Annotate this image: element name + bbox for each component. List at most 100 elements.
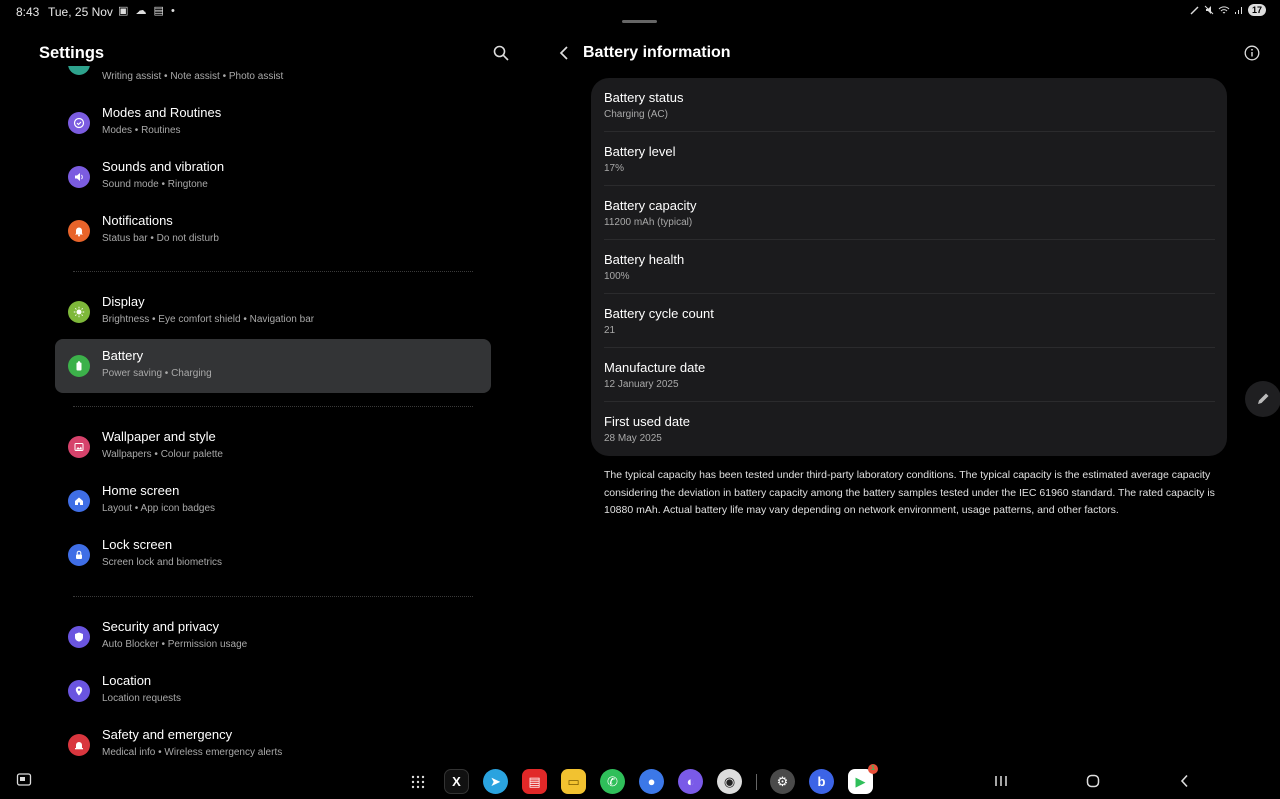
sidebar-item-label: Display xyxy=(102,294,145,309)
info-label: Manufacture date xyxy=(604,360,706,375)
sidebar-item-subtitle: Brightness • Eye comfort shield • Naviga… xyxy=(102,314,315,325)
battery-icon xyxy=(68,355,90,377)
lock-icon xyxy=(68,544,90,566)
siren-icon xyxy=(68,734,90,756)
messages-icon[interactable]: ● xyxy=(639,769,664,794)
info-row-health: Battery health 100% xyxy=(591,240,1227,294)
sidebar-item-wallpaper[interactable]: Wallpaper and style Wallpapers • Colour … xyxy=(55,420,491,474)
sidebar-item-subtitle: Location requests xyxy=(102,693,181,704)
sidebar-item-label: Wallpaper and style xyxy=(102,429,216,444)
info-label: Battery status xyxy=(604,90,684,105)
check-circle-icon xyxy=(68,112,90,134)
camera-icon[interactable]: ◉ xyxy=(717,769,742,794)
screen-split-icon[interactable] xyxy=(16,772,32,788)
internet-icon[interactable]: ◐ xyxy=(678,769,703,794)
info-value: 28 May 2025 xyxy=(604,433,662,444)
settings-title: Settings xyxy=(39,44,105,62)
sidebar-item-location[interactable]: Location Location requests xyxy=(55,664,491,718)
sidebar-item-display[interactable]: Display Brightness • Eye comfort shield … xyxy=(55,285,491,339)
section-divider xyxy=(73,596,473,597)
bixby-icon[interactable]: b xyxy=(809,769,834,794)
recents-icon[interactable] xyxy=(992,772,1010,790)
sidebar-item-advanced-features[interactable]: Writing assist • Note assist • Photo ass… xyxy=(55,66,491,91)
sidebar-item-label: Battery xyxy=(102,348,144,363)
section-divider xyxy=(73,406,473,407)
files-icon[interactable]: ▭ xyxy=(561,769,586,794)
telegram-icon[interactable]: ➤ xyxy=(483,769,508,794)
window-drag-handle[interactable] xyxy=(622,20,657,23)
sidebar-item-battery[interactable]: Battery Power saving • Charging xyxy=(55,339,491,393)
taskbar: X ➤ ▤ ▭ ✆ ● ◐ ◉ ⚙ b ▶ 1 xyxy=(0,762,1280,799)
sidebar-item-subtitle: Wallpapers • Colour palette xyxy=(102,449,223,460)
info-row-manufacture-date: Manufacture date 12 January 2025 xyxy=(591,348,1227,402)
battery-info-card: Battery status Charging (AC) Battery lev… xyxy=(591,78,1227,456)
bell-icon xyxy=(68,220,90,242)
sidebar-item-subtitle: Screen lock and biometrics xyxy=(102,557,223,568)
sidebar-item-label: Lock screen xyxy=(102,537,173,552)
sun-icon xyxy=(68,301,90,323)
status-time: 8:43 xyxy=(16,5,40,19)
x-app-icon[interactable]: X xyxy=(444,769,469,794)
home-button-icon[interactable] xyxy=(1084,772,1102,790)
sidebar-item-label: Modes and Routines xyxy=(102,105,222,120)
sidebar-item-subtitle: Writing assist • Note assist • Photo ass… xyxy=(102,71,284,82)
sidebar-item-lock-screen[interactable]: Lock screen Screen lock and biometrics xyxy=(55,528,491,582)
taskbar-separator xyxy=(756,773,757,790)
sidebar-item-label: Notifications xyxy=(102,213,173,228)
sidebar-item-label: Security and privacy xyxy=(102,619,220,634)
info-row-capacity: Battery capacity 11200 mAh (typical) xyxy=(591,186,1227,240)
sidebar-item-modes-routines[interactable]: Modes and Routines Modes • Routines xyxy=(55,96,491,150)
taskbar-apps: X ➤ ▤ ▭ ✆ ● ◐ ◉ ⚙ b ▶ 1 xyxy=(405,764,887,794)
flipboard-icon[interactable]: ▤ xyxy=(522,769,547,794)
sidebar-item-subtitle: Modes • Routines xyxy=(102,125,181,136)
star-icon xyxy=(68,66,90,75)
sidebar-item-label: Home screen xyxy=(102,483,180,498)
sidebar-item-sounds[interactable]: Sounds and vibration Sound mode • Ringto… xyxy=(55,150,491,204)
pen-icon xyxy=(1190,6,1199,15)
sidebar-item-subtitle: Layout • App icon badges xyxy=(102,503,216,514)
settings-menu: Writing assist • Note assist • Photo ass… xyxy=(55,66,491,764)
info-row-level: Battery level 17% xyxy=(591,132,1227,186)
info-value: 12 January 2025 xyxy=(604,379,679,390)
notification-badge: 1 xyxy=(868,764,878,774)
phone-icon[interactable]: ✆ xyxy=(600,769,625,794)
info-label: Battery capacity xyxy=(604,198,697,213)
sidebar-item-subtitle: Status bar • Do not disturb xyxy=(102,233,219,244)
back-nav-icon[interactable] xyxy=(1176,772,1194,790)
location-pin-icon xyxy=(68,680,90,702)
sidebar-item-home-screen[interactable]: Home screen Layout • App icon badges xyxy=(55,474,491,528)
info-label: Battery health xyxy=(604,252,685,267)
info-value: Charging (AC) xyxy=(604,109,668,120)
sidebar-item-subtitle: Medical info • Wireless emergency alerts xyxy=(102,747,283,758)
notification-icons: ▣ ☁ ▤ • xyxy=(118,5,177,17)
sidebar-item-subtitle: Auto Blocker • Permission usage xyxy=(102,639,248,650)
back-arrow-icon[interactable] xyxy=(556,44,572,62)
edit-button[interactable] xyxy=(1245,381,1280,417)
sidebar-item-label: Safety and emergency xyxy=(102,727,233,742)
status-date: Tue, 25 Nov xyxy=(48,5,113,19)
status-right: 17 xyxy=(1190,4,1266,16)
pencil-icon xyxy=(1258,393,1269,404)
info-label: Battery cycle count xyxy=(604,306,714,321)
info-value: 17% xyxy=(604,163,625,174)
sidebar-item-safety[interactable]: Safety and emergency Medical info • Wire… xyxy=(55,718,491,764)
sidebar-item-notifications[interactable]: Notifications Status bar • Do not distur… xyxy=(55,204,491,258)
shield-icon xyxy=(68,626,90,648)
battery-indicator: 17 xyxy=(1247,4,1266,16)
info-row-first-used-date: First used date 28 May 2025 xyxy=(591,402,1227,456)
sidebar-item-label: Location xyxy=(102,673,152,688)
signal-icon xyxy=(1234,7,1242,14)
page-title: Battery information xyxy=(583,44,731,61)
info-label: First used date xyxy=(604,414,690,429)
info-value: 21 xyxy=(604,325,616,336)
sidebar-item-security[interactable]: Security and privacy Auto Blocker • Perm… xyxy=(55,610,491,664)
app-drawer-icon[interactable] xyxy=(405,769,430,794)
info-icon[interactable] xyxy=(1244,45,1260,61)
sidebar-item-label: Sounds and vibration xyxy=(102,159,225,174)
image-icon xyxy=(68,436,90,458)
sidebar-item-subtitle: Power saving • Charging xyxy=(102,368,212,379)
search-icon[interactable] xyxy=(492,44,510,62)
play-store-icon[interactable]: ▶ 1 xyxy=(848,764,878,794)
settings-app-icon[interactable]: ⚙ xyxy=(770,769,795,794)
info-value: 11200 mAh (typical) xyxy=(604,217,693,228)
